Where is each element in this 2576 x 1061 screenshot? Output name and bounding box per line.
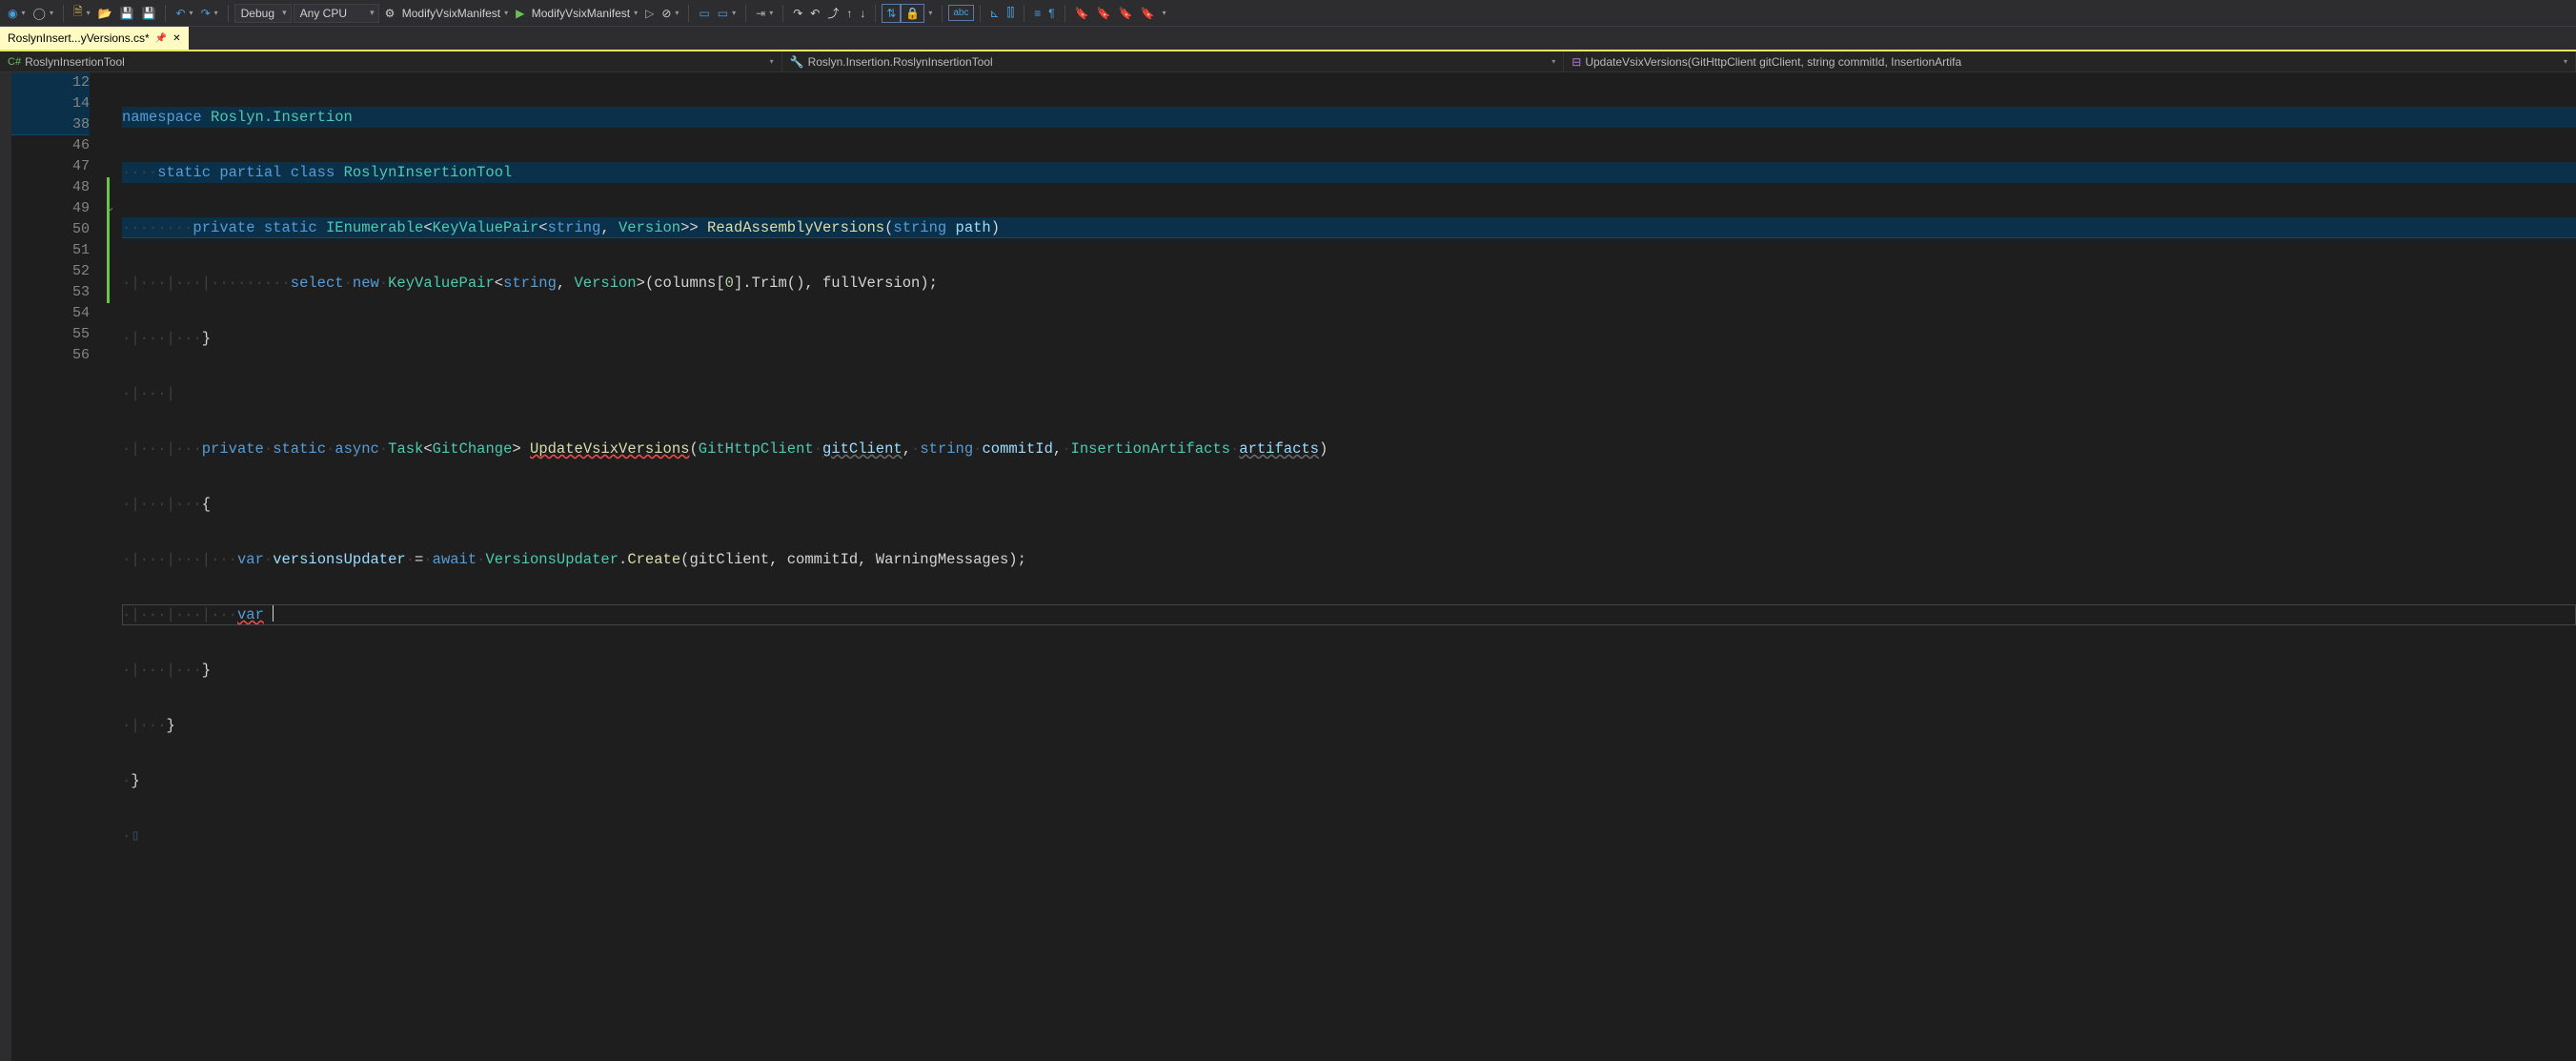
class-icon: 🔧 xyxy=(790,55,804,69)
tool-icon-1[interactable]: ⊾ xyxy=(986,5,1004,22)
save-all-button[interactable]: 💾 xyxy=(138,5,160,22)
line-number: 51 xyxy=(11,240,90,261)
down-arrow-icon[interactable]: ↓ xyxy=(856,5,869,22)
abc-icon[interactable]: abc xyxy=(948,5,973,21)
code-area[interactable]: namespace Roslyn.Insertion ····static pa… xyxy=(122,72,2576,1061)
outdent-icon[interactable]: ¶ xyxy=(1045,5,1058,22)
hot-reload-button[interactable]: ▷ xyxy=(641,5,658,22)
current-line: ·|···|···|···var xyxy=(122,604,2576,625)
line-number: 52 xyxy=(11,261,90,282)
line-number: 56 xyxy=(11,345,90,366)
line-number: 50 xyxy=(11,219,90,240)
start-without-debug-button[interactable]: ▶ ModifyVsixManifest▾ xyxy=(512,5,641,22)
solution-explorer-button[interactable]: ▭ xyxy=(695,5,713,22)
breakpoint-rail[interactable] xyxy=(0,72,11,1061)
open-file-button[interactable]: 📂 xyxy=(94,5,116,22)
redo-button[interactable]: ↷▾ xyxy=(197,5,222,22)
line-number: 38 xyxy=(11,114,90,135)
window-layout-button[interactable]: ▭▾ xyxy=(714,5,740,22)
type-label: Roslyn.Insertion.RoslynInsertionTool xyxy=(808,55,993,69)
document-tabs: RoslynInsert...yVersions.cs* 📌 ✕ xyxy=(0,27,2576,51)
bookmark-next-icon[interactable]: 🔖 xyxy=(1115,5,1137,22)
navigation-bar: C# RoslynInsertionTool ▾ 🔧 Roslyn.Insert… xyxy=(0,51,2576,72)
csharp-icon: C# xyxy=(8,56,21,68)
line-number: 48 xyxy=(11,177,90,198)
line-number: 55 xyxy=(11,324,90,345)
undo-button[interactable]: ↶▾ xyxy=(172,5,196,22)
line-numbers: 12 14 38 46 47 48 49 50 51 52 53 54 55 5… xyxy=(11,72,107,1061)
line-number: 49 xyxy=(11,198,90,219)
nav-forward-button[interactable]: ◯▾ xyxy=(30,5,57,22)
collapse-icon[interactable]: ⇅ xyxy=(882,4,901,23)
method-with-error: UpdateVsixVersions xyxy=(530,440,689,458)
main-toolbar: ◉▾ ◯▾ 🗎▾ 📂 💾 💾 ↶▾ ↷▾ Debug Any CPU ⚙ Mod… xyxy=(0,0,2576,27)
close-icon[interactable]: ✕ xyxy=(172,33,180,44)
configuration-combo[interactable]: Debug xyxy=(234,4,292,23)
active-tab[interactable]: RoslynInsert...yVersions.cs* 📌 ✕ xyxy=(0,27,189,50)
save-button[interactable]: 💾 xyxy=(116,5,138,22)
outline-rail: ⌄ xyxy=(107,72,122,1061)
text-cursor xyxy=(273,605,274,622)
member-selector[interactable]: ⊟ UpdateVsixVersions(GitHttpClient gitCl… xyxy=(1564,51,2576,71)
line-number: 54 xyxy=(11,303,90,324)
tool-icon-2[interactable]: ⫿⫿ xyxy=(1004,4,1019,22)
bookmark-icon[interactable]: 🔖 xyxy=(1071,5,1093,22)
stop-button[interactable]: ⊘▾ xyxy=(658,5,682,22)
start-debug-button[interactable]: ⚙ ModifyVsixManifest▾ xyxy=(381,5,513,22)
line-number: 14 xyxy=(11,93,90,114)
startup-label-2: ModifyVsixManifest xyxy=(532,7,630,20)
scope-label: RoslynInsertionTool xyxy=(25,55,125,69)
lock-icon[interactable]: 🔒 xyxy=(901,4,924,23)
line-number: 47 xyxy=(11,156,90,177)
indent-icon[interactable]: ≡ xyxy=(1030,5,1045,22)
type-selector[interactable]: 🔧 Roslyn.Insertion.RoslynInsertionTool ▾ xyxy=(782,51,1565,71)
change-indicator xyxy=(107,177,110,303)
step-into-icon[interactable]: ⇥▾ xyxy=(752,5,777,22)
step-icon[interactable]: ⤴ xyxy=(823,3,842,23)
startup-label: ModifyVsixManifest xyxy=(402,7,500,20)
line-number: 53 xyxy=(11,282,90,303)
new-project-button[interactable]: 🗎▾ xyxy=(70,1,94,25)
nav-back-button[interactable]: ◉▾ xyxy=(4,5,30,22)
step-out-icon[interactable]: ↶ xyxy=(806,5,823,22)
method-icon: ⊟ xyxy=(1572,55,1581,69)
member-label: UpdateVsixVersions(GitHttpClient gitClie… xyxy=(1585,55,1961,69)
up-arrow-icon[interactable]: ↑ xyxy=(842,5,856,22)
line-number: 12 xyxy=(11,72,90,93)
pin-icon[interactable]: 📌 xyxy=(155,33,167,44)
line-number: 46 xyxy=(11,135,90,156)
platform-combo[interactable]: Any CPU xyxy=(294,4,379,23)
bookmark-clear-icon[interactable]: 🔖 xyxy=(1137,5,1159,22)
scope-selector[interactable]: C# RoslynInsertionTool ▾ xyxy=(0,51,782,71)
editor: 12 14 38 46 47 48 49 50 51 52 53 54 55 5… xyxy=(0,72,2576,1061)
step-over-icon[interactable]: ↷ xyxy=(789,5,806,22)
bookmark-prev-icon[interactable]: 🔖 xyxy=(1093,5,1115,22)
fold-toggle[interactable]: ⌄ xyxy=(108,202,113,214)
tab-title: RoslynInsert...yVersions.cs* xyxy=(8,31,150,45)
